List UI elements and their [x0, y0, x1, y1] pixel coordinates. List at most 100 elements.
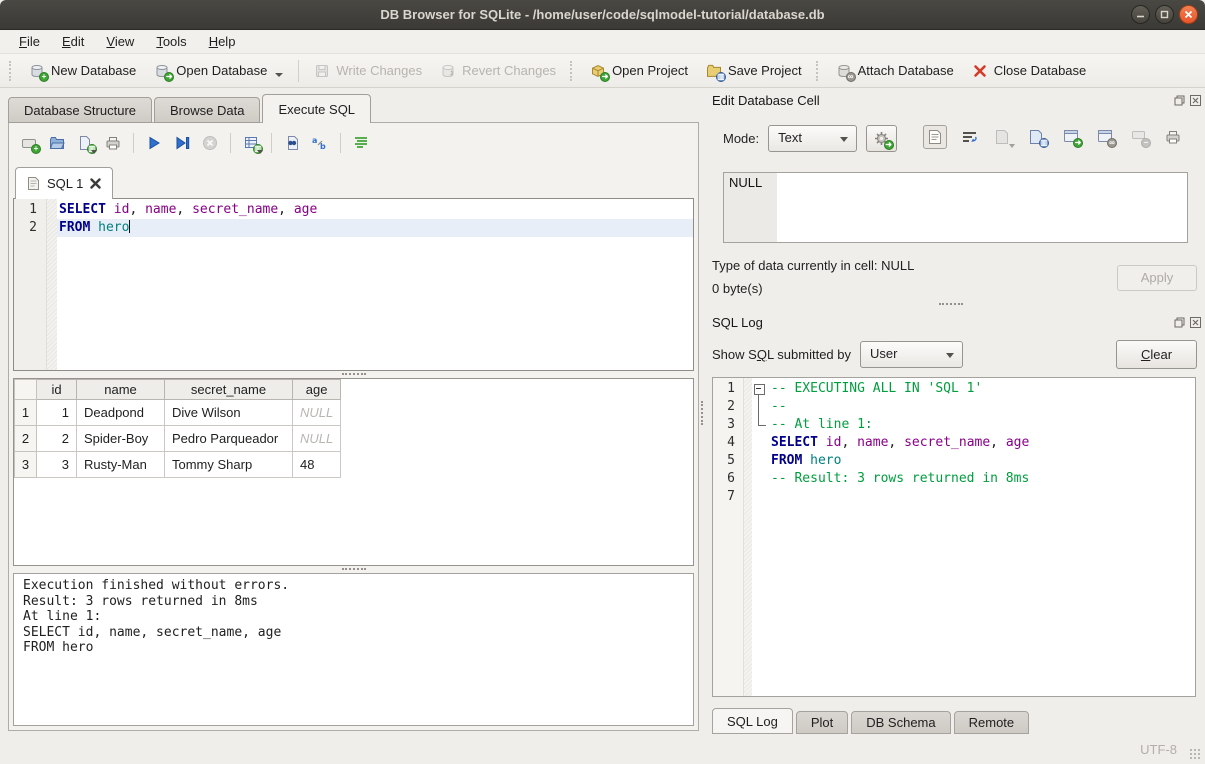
save-results-menu-arrow-icon[interactable]: [257, 150, 263, 154]
corner-header[interactable]: [15, 380, 37, 400]
main-vertical-splitter[interactable]: [697, 398, 706, 428]
cell[interactable]: Pedro Parqueador: [165, 426, 293, 452]
cell[interactable]: Dive Wilson: [165, 400, 293, 426]
tab-db-schema[interactable]: DB Schema: [851, 711, 950, 734]
maximize-button[interactable]: [1155, 5, 1174, 24]
toolbar-separator: [230, 133, 231, 153]
menu-edit[interactable]: Edit: [51, 31, 95, 52]
close-database-button[interactable]: Close Database: [963, 59, 1096, 83]
column-header[interactable]: secret_name: [165, 380, 293, 400]
cell[interactable]: Tommy Sharp: [165, 452, 293, 478]
sql-editor[interactable]: 1SELECT id, name, secret_name, age2FROM …: [13, 198, 694, 371]
column-header[interactable]: age: [293, 380, 341, 400]
open-sql-file-button[interactable]: [45, 131, 69, 155]
copy-link-button[interactable]: ∞: [1093, 125, 1117, 149]
cell[interactable]: NULL: [293, 400, 341, 426]
tab-browse-data[interactable]: Browse Data: [154, 97, 260, 123]
toolbar-drag-handle[interactable]: [9, 61, 15, 81]
sql-file-tab[interactable]: SQL 1: [15, 167, 113, 199]
row-header[interactable]: 2: [15, 426, 37, 452]
encoding-indicator[interactable]: UTF-8: [1140, 742, 1177, 757]
cell[interactable]: Deadpond: [77, 400, 165, 426]
cell[interactable]: 1: [37, 400, 77, 426]
close-button[interactable]: [1179, 5, 1198, 24]
mode-combo[interactable]: Text: [768, 125, 857, 152]
menu-file[interactable]: File: [8, 31, 51, 52]
print-cell-button[interactable]: [1161, 125, 1185, 149]
code-line: 2FROM hero: [14, 219, 693, 237]
cell[interactable]: NULL: [293, 426, 341, 452]
main-toolbar: + New Database ➜ Open Database Write Cha…: [0, 54, 1205, 88]
edit-cell-dock-buttons: [1173, 94, 1201, 106]
float-panel-icon[interactable]: [1173, 94, 1185, 106]
execute-line-button[interactable]: [170, 131, 194, 155]
print-button[interactable]: [101, 131, 125, 155]
tab-sql-log[interactable]: SQL Log: [712, 708, 793, 734]
export-cell-button[interactable]: ▥: [1025, 125, 1049, 149]
dock-splitter[interactable]: [886, 300, 1016, 308]
cell[interactable]: Rusty-Man: [77, 452, 165, 478]
export-icon: ▥: [1029, 129, 1045, 145]
tab-remote[interactable]: Remote: [954, 711, 1030, 734]
splitter-dots: [342, 373, 366, 375]
new-sql-tab-button[interactable]: +: [17, 131, 41, 155]
new-database-button[interactable]: + New Database: [20, 59, 145, 83]
format-sql-button[interactable]: [349, 131, 373, 155]
close-panel-icon[interactable]: [1189, 94, 1201, 106]
save-project-button[interactable]: ▥ Save Project: [697, 59, 811, 83]
open-database-button[interactable]: ➜ Open Database: [145, 59, 292, 83]
save-menu-arrow-icon[interactable]: [91, 150, 97, 154]
code-line: 6-- Result: 3 rows returned in 8ms: [713, 470, 1195, 488]
toolbar-drag-handle[interactable]: [570, 61, 576, 81]
text-mode-button[interactable]: [923, 125, 947, 149]
menu-view[interactable]: View: [95, 31, 145, 52]
execute-all-button[interactable]: [142, 131, 166, 155]
save-sql-file-button[interactable]: ▥: [73, 131, 97, 155]
text-cursor: [129, 220, 130, 233]
revert-changes-button: Revert Changes: [431, 59, 565, 83]
link-icon: ∞: [1097, 129, 1113, 145]
cell[interactable]: 2: [37, 426, 77, 452]
close-panel-icon[interactable]: [1189, 316, 1201, 328]
results-grid[interactable]: idnamesecret_nameage11DeadpondDive Wilso…: [13, 378, 694, 566]
open-database-menu-arrow-icon[interactable]: [275, 73, 283, 77]
find-button[interactable]: [280, 131, 304, 155]
statusbar: UTF-8: [0, 732, 1205, 764]
tab-plot[interactable]: Plot: [796, 711, 848, 734]
column-header[interactable]: name: [77, 380, 165, 400]
fold-marker[interactable]: [752, 380, 769, 398]
set-null-icon: −: [1131, 129, 1147, 145]
resize-grip[interactable]: [1189, 748, 1202, 761]
find-replace-button[interactable]: ab: [308, 131, 332, 155]
close-tab-icon[interactable]: [90, 178, 101, 189]
sql-log-view[interactable]: 1-- EXECUTING ALL IN 'SQL 1'2--3-- At li…: [712, 377, 1196, 697]
results-message-splitter[interactable]: [13, 565, 694, 573]
minimize-button[interactable]: [1131, 5, 1150, 24]
chain-badge-icon: ∞: [1107, 138, 1117, 148]
save-results-button[interactable]: ▥: [239, 131, 263, 155]
float-panel-icon[interactable]: [1173, 316, 1185, 328]
link-badge-icon: ∞: [846, 72, 856, 82]
word-wrap-button[interactable]: [957, 125, 981, 149]
database-new-icon: +: [29, 63, 45, 79]
open-external-button[interactable]: ➜: [1059, 125, 1083, 149]
editor-results-splitter[interactable]: [13, 370, 694, 378]
cell-settings-button[interactable]: ➜: [866, 125, 897, 152]
cell[interactable]: 48: [293, 452, 341, 478]
cell-editor[interactable]: NULL: [723, 172, 1188, 243]
row-header[interactable]: 1: [15, 400, 37, 426]
log-filter-combo[interactable]: User: [860, 341, 963, 368]
tab-database-structure[interactable]: Database Structure: [8, 97, 152, 123]
tab-execute-sql[interactable]: Execute SQL: [262, 94, 371, 123]
cell[interactable]: Spider-Boy: [77, 426, 165, 452]
toolbar-drag-handle[interactable]: [816, 61, 822, 81]
column-header[interactable]: id: [37, 380, 77, 400]
attach-database-button[interactable]: ∞ Attach Database: [827, 59, 963, 83]
row-header[interactable]: 3: [15, 452, 37, 478]
menu-help[interactable]: Help: [198, 31, 247, 52]
cell[interactable]: 3: [37, 452, 77, 478]
clear-log-button[interactable]: Clear: [1116, 340, 1197, 369]
format-lines-icon: [354, 136, 369, 150]
open-project-button[interactable]: ➜ Open Project: [581, 59, 697, 83]
menu-tools[interactable]: Tools: [145, 31, 197, 52]
